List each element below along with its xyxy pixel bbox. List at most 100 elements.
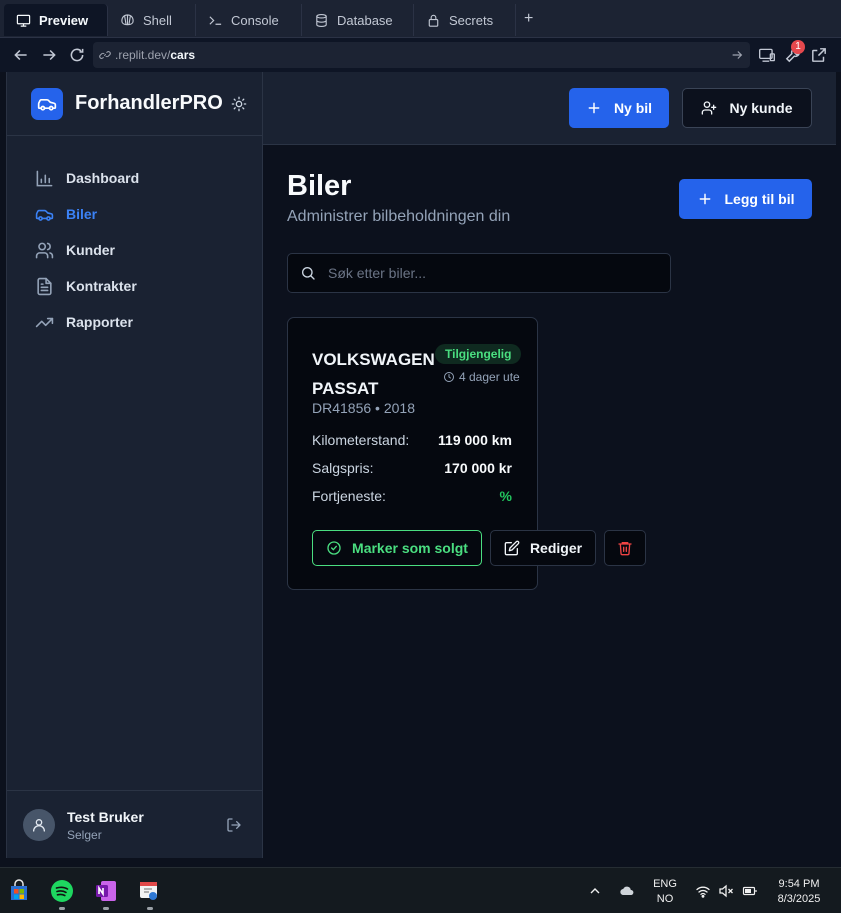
- search-box: [287, 253, 671, 293]
- sidebar-item-label: Biler: [66, 206, 98, 222]
- sidebar-item-rapporter[interactable]: Rapporter: [23, 304, 247, 340]
- lang-label: ENG: [653, 878, 677, 890]
- car-meta: DR41856 • 2018: [312, 400, 415, 416]
- back-arrow-icon[interactable]: [12, 46, 30, 64]
- add-car-button[interactable]: Legg til bil: [679, 179, 812, 219]
- search-icon: [302, 267, 315, 280]
- profit-value: %: [499, 488, 512, 504]
- speaker-muted-icon[interactable]: [718, 883, 734, 899]
- link-icon: [99, 51, 111, 59]
- page-subtitle: Administrer bilbeholdningen din: [287, 208, 511, 225]
- users-icon: [35, 242, 54, 258]
- sidebar-item-kunder[interactable]: Kunder: [23, 232, 247, 268]
- tab-console[interactable]: Console: [196, 4, 302, 36]
- search-input[interactable]: [328, 265, 648, 281]
- tab-label: Console: [231, 12, 279, 28]
- clock-icon: [444, 372, 454, 382]
- user-name: Test Bruker: [67, 809, 144, 825]
- brand-name: ForhandlerPRO: [75, 92, 223, 114]
- url-prefix: .replit.dev/: [115, 48, 171, 62]
- devices-icon[interactable]: [758, 46, 776, 64]
- url-field[interactable]: .replit.dev/cars: [93, 42, 750, 68]
- tab-secrets[interactable]: Secrets: [414, 4, 516, 36]
- input-language[interactable]: ENG NO: [650, 877, 680, 907]
- mark-sold-label: Marker som solgt: [352, 540, 468, 556]
- price-label: Salgspris:: [312, 460, 374, 476]
- mileage-label: Kilometerstand:: [312, 432, 410, 448]
- plus-icon: [588, 102, 600, 114]
- tab-label: Secrets: [449, 12, 494, 28]
- check-circle-icon: [327, 541, 341, 555]
- chevron-up-icon[interactable]: [587, 883, 603, 899]
- trash-icon: [618, 542, 632, 556]
- date-label: 8/3/2025: [777, 893, 821, 905]
- user-panel: Test Bruker Selger: [7, 790, 262, 858]
- monitor-icon: [16, 14, 31, 27]
- edit-button[interactable]: Rediger: [490, 530, 596, 566]
- car-icon: [35, 209, 54, 221]
- go-arrow-icon[interactable]: [730, 48, 744, 62]
- open-external-icon[interactable]: [810, 46, 828, 64]
- car-logo-icon: [31, 88, 63, 120]
- sidebar-item-kontrakter[interactable]: Kontrakter: [23, 268, 247, 304]
- plus-icon: [699, 193, 710, 205]
- sidebar-item-label: Dashboard: [66, 170, 140, 186]
- notification-badge: 1: [791, 40, 805, 54]
- clock[interactable]: 9:54 PM 8/3/2025: [768, 877, 830, 907]
- sidebar: ForhandlerPRO Dashboard Biler Kunder Kon…: [7, 72, 263, 858]
- bar-chart-icon: [36, 170, 53, 186]
- app-frame: ForhandlerPRO Dashboard Biler Kunder Kon…: [6, 72, 836, 858]
- shell-icon: [121, 13, 134, 25]
- add-tab-icon[interactable]: +: [524, 10, 533, 28]
- spotify-icon[interactable]: [50, 879, 74, 903]
- store-icon[interactable]: [7, 879, 31, 903]
- profit-label: Fortjeneste:: [312, 488, 386, 504]
- reload-icon[interactable]: [68, 46, 86, 64]
- windows-taskbar: ENG NO 9:54 PM 8/3/2025: [0, 867, 841, 913]
- logout-icon[interactable]: [226, 817, 242, 833]
- sidebar-nav: Dashboard Biler Kunder Kontrakter Rappor…: [23, 160, 247, 340]
- delete-button[interactable]: [604, 530, 646, 566]
- new-customer-button[interactable]: Ny kunde: [682, 88, 812, 128]
- weather-cloud-icon[interactable]: [619, 883, 635, 899]
- sidebar-item-label: Kunder: [66, 242, 115, 258]
- onenote-icon[interactable]: [94, 879, 118, 903]
- days-label: 4 dager ute: [459, 370, 520, 384]
- replit-tab-bar: Preview Shell Console Database Secrets +: [0, 0, 841, 38]
- brand-header: ForhandlerPRO: [7, 72, 262, 136]
- sun-icon[interactable]: [231, 96, 247, 112]
- new-car-button[interactable]: Ny bil: [569, 88, 669, 128]
- edit-label: Rediger: [529, 540, 583, 556]
- new-customer-label: Ny kunde: [729, 100, 793, 116]
- snipping-tool-icon[interactable]: [138, 879, 162, 903]
- sidebar-item-biler[interactable]: Biler: [23, 196, 247, 232]
- avatar[interactable]: [23, 809, 55, 841]
- sidebar-item-label: Kontrakter: [66, 278, 137, 294]
- running-indicator: [59, 907, 65, 910]
- preview-url-bar: .replit.dev/cars: [0, 38, 841, 72]
- days-in-stock: 4 dager ute: [443, 370, 520, 384]
- battery-icon[interactable]: [742, 883, 758, 899]
- mark-sold-button[interactable]: Marker som solgt: [312, 530, 482, 566]
- sidebar-item-dashboard[interactable]: Dashboard: [23, 160, 247, 196]
- wifi-icon[interactable]: [695, 883, 711, 899]
- status-badge: Tilgjengelig: [435, 344, 522, 364]
- user-role: Selger: [67, 828, 102, 842]
- tab-preview[interactable]: Preview: [4, 4, 108, 36]
- new-car-label: Ny bil: [613, 100, 653, 116]
- edit-icon: [504, 540, 520, 556]
- tab-label: Preview: [39, 12, 89, 28]
- time-label: 9:54 PM: [778, 878, 820, 890]
- tab-shell[interactable]: Shell: [108, 4, 196, 36]
- add-car-label: Legg til bil: [724, 191, 795, 207]
- database-icon: [316, 13, 327, 27]
- lock-icon: [428, 14, 439, 27]
- tab-label: Shell: [143, 12, 172, 28]
- page-title: Biler: [287, 170, 352, 202]
- user-icon: [33, 819, 45, 832]
- tab-database[interactable]: Database: [302, 4, 414, 36]
- file-text-icon: [37, 277, 52, 295]
- forward-arrow-icon[interactable]: [40, 46, 58, 64]
- sidebar-item-label: Rapporter: [66, 314, 133, 330]
- url-path: cars: [170, 48, 196, 62]
